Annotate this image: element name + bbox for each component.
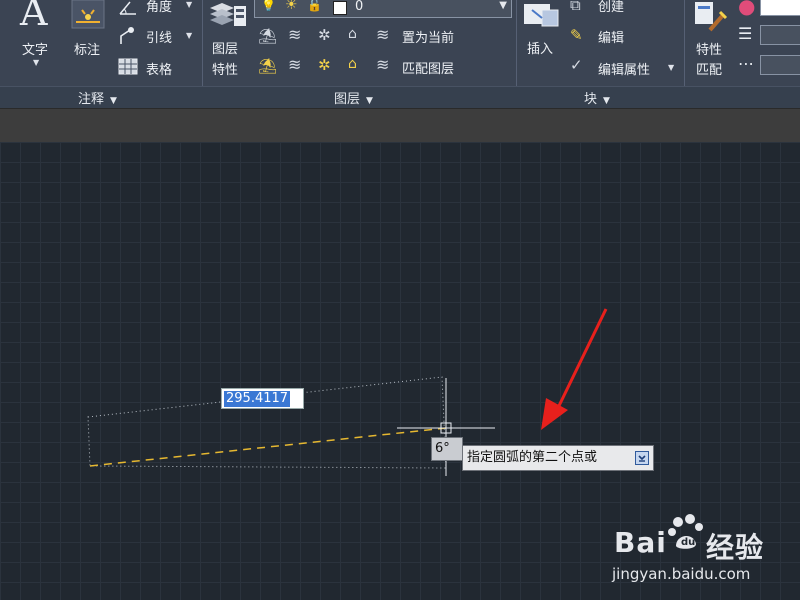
dynamic-input-value: 295.4117 [224, 391, 291, 407]
svg-text:du: du [681, 537, 695, 548]
arc-chord-line [89, 427, 447, 467]
watermark-brand: Bai [614, 526, 667, 559]
command-prompt-tooltip: 指定圆弧的第二个点或 [462, 445, 654, 471]
red-arrow [554, 308, 608, 413]
watermark-brand-suffix: 经验 [706, 531, 765, 564]
watermark-url: jingyan.baidu.com [612, 565, 751, 583]
dynamic-input-field[interactable]: 295.4117 [221, 388, 304, 409]
drawing-geometry [87, 308, 608, 476]
options-down-arrow-icon[interactable] [635, 451, 649, 465]
paw-icon: du [668, 514, 703, 549]
prompt-text: 指定圆弧的第二个点或 [467, 450, 598, 465]
angle-readout: 6° [431, 437, 463, 461]
red-arrowhead [541, 398, 568, 430]
